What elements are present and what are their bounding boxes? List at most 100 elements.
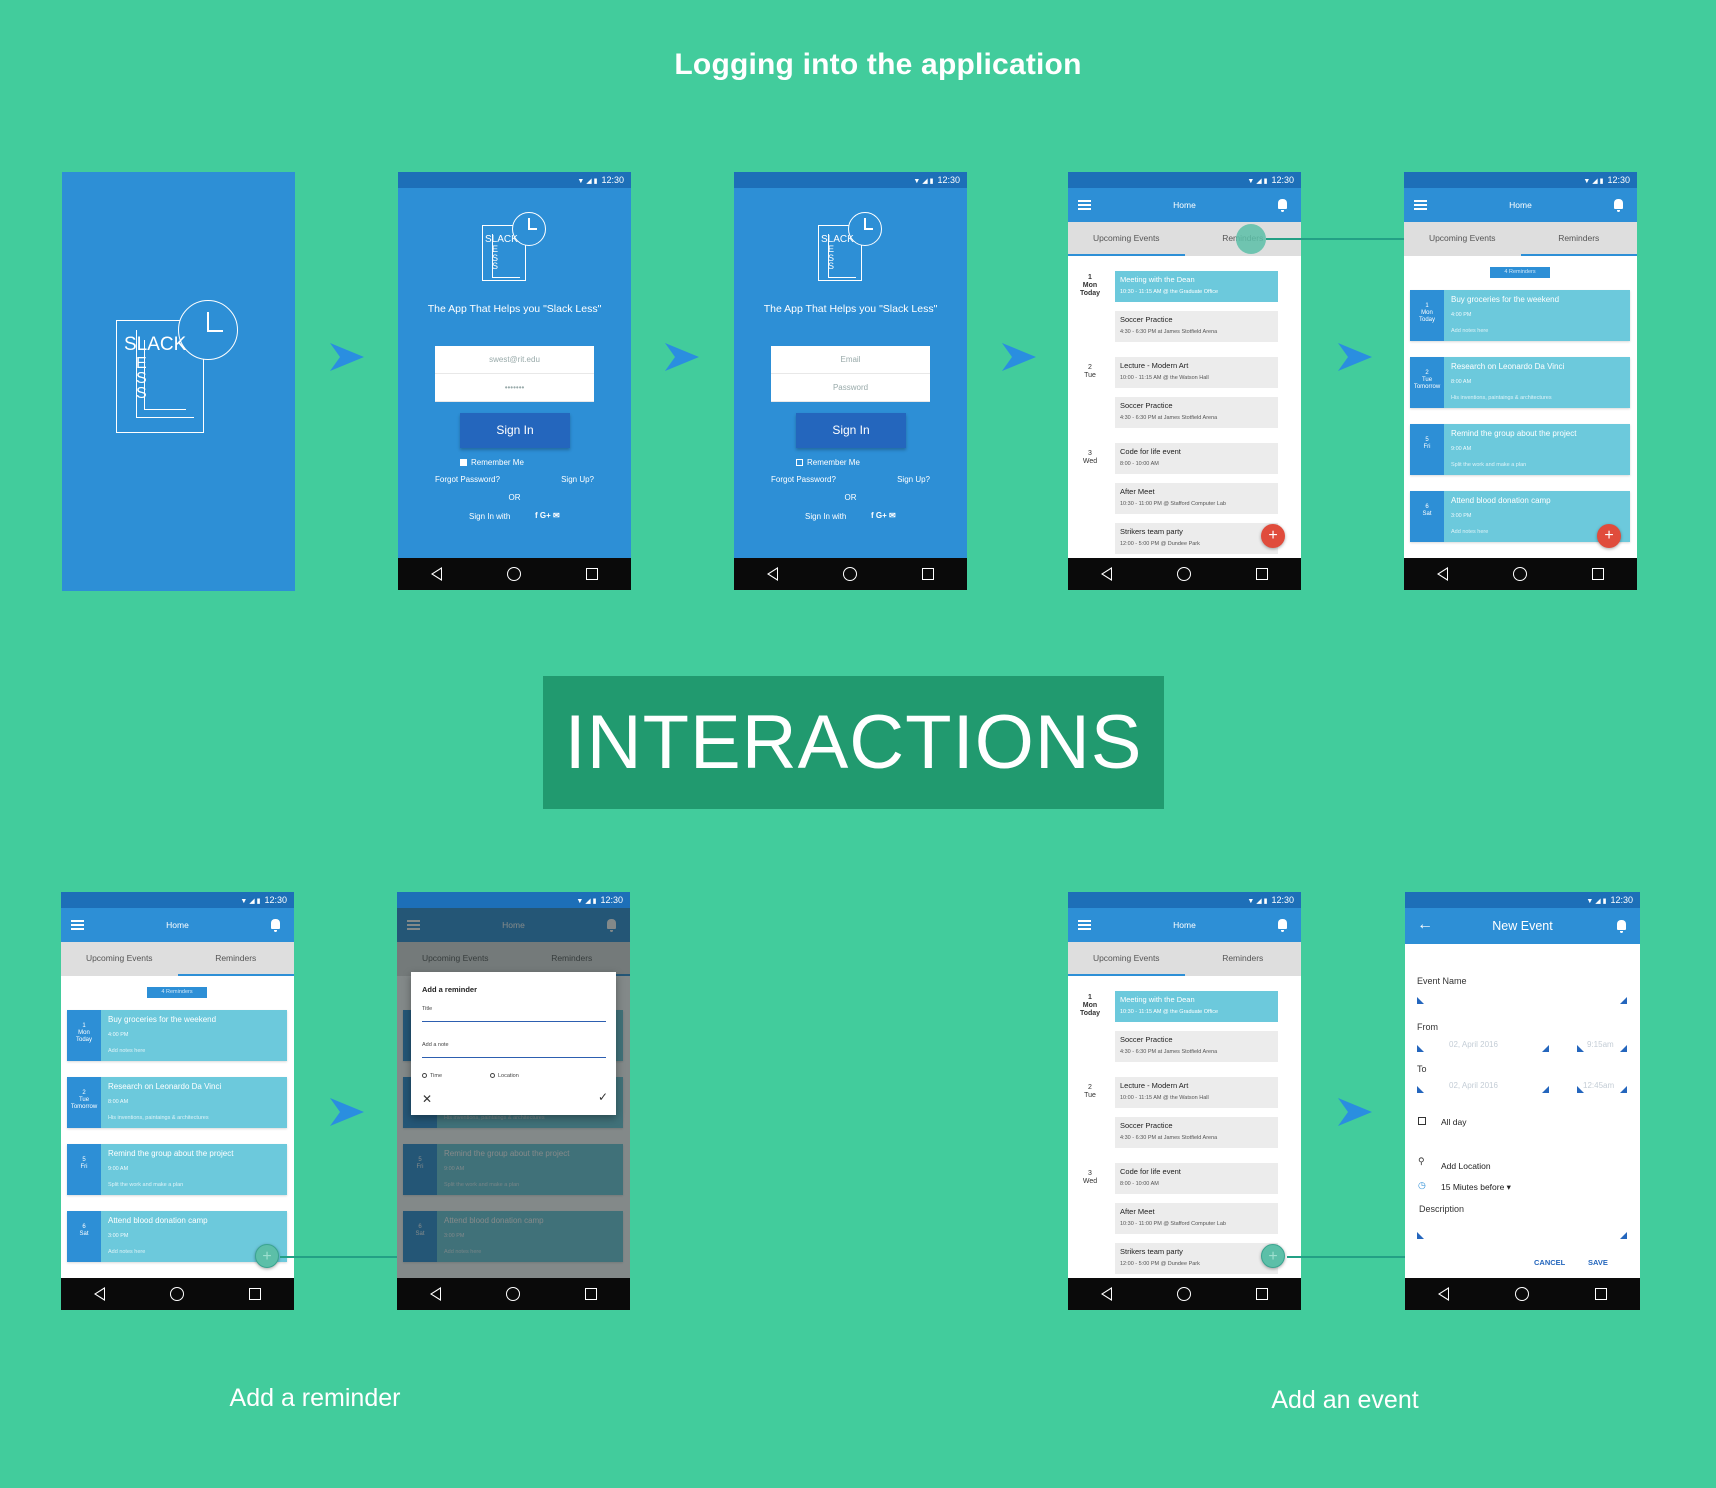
tab-reminders[interactable]: Reminders [1520,222,1637,256]
home-icon[interactable] [1515,1287,1529,1301]
from-time-input[interactable]: 9:15am [1577,1040,1627,1052]
event-card[interactable]: After Meet 10:30 - 11:00 PM @ Stafford Co… [1115,1203,1278,1234]
reminder-card[interactable]: 2 Tue Tomorrow Research on Leonardo Da Vinc… [1410,357,1630,408]
reminder-card[interactable]: 5 Fri Remind the group about the project 9:… [67,1144,287,1195]
description-input[interactable] [1417,1229,1627,1239]
home-icon[interactable] [505,1287,520,1301]
event-card[interactable]: Strikers team party 12:00 - 5:00 PM @ Dun… [1115,523,1278,554]
password-field[interactable]: ••••••• [435,374,594,402]
sign-up-link[interactable]: Sign Up? [561,475,594,484]
reminder-dropdown[interactable]: 15 Miutes before ▾ [1441,1182,1511,1193]
tab-bar: Upcoming Events Reminders [1068,942,1301,976]
tab-upcoming-events[interactable]: Upcoming Events [61,942,178,976]
back-icon[interactable] [766,567,778,581]
event-name-input[interactable] [1417,994,1627,1004]
add-fab-button[interactable]: + [255,1244,279,1268]
save-button[interactable]: SAVE [1588,1258,1608,1267]
email-field[interactable]: swest@rit.edu [435,346,594,374]
note-input[interactable] [422,1057,606,1058]
recents-icon[interactable] [249,1288,262,1300]
home-icon[interactable] [506,567,521,581]
to-time-input[interactable]: 12:45am [1577,1081,1627,1093]
reminders-list: 4 Reminders 1 Mon Today Buy groceries for t… [1404,256,1637,556]
sign-in-button[interactable]: Sign In [796,413,906,448]
back-icon[interactable] [429,1287,441,1301]
add-fab-button[interactable]: + [1597,524,1621,548]
close-icon[interactable]: ✕ [422,1092,432,1106]
title-input[interactable] [422,1021,606,1022]
social-login-icons[interactable]: f G+ ✉ [535,511,560,520]
tagline: The App That Helps you "Slack Less" [427,303,602,315]
back-icon[interactable] [1436,567,1448,581]
all-day-checkbox[interactable] [1418,1117,1426,1125]
back-icon[interactable] [1438,1287,1449,1301]
event-card[interactable]: Strikers team party 12:00 - 5:00 PM @ Dun… [1115,1243,1278,1274]
add-fab-button[interactable]: + [1261,1244,1285,1268]
event-card[interactable]: Lecture - Modern Art 10:00 - 11:15 AM @ t… [1115,1077,1278,1108]
tab-upcoming-events[interactable]: Upcoming Events [1404,222,1521,256]
sign-up-link[interactable]: Sign Up? [897,475,930,484]
event-card[interactable]: Soccer Practice 4:30 - 6:30 PM at James S… [1115,1117,1278,1148]
check-icon[interactable]: ✓ [598,1090,608,1104]
status-bar: ▼ ◢ ▮ 12:30 [1068,892,1301,908]
add-location-field[interactable]: Add Location [1441,1161,1491,1171]
back-icon[interactable] [430,567,442,581]
event-card[interactable]: Code for life event 8:00 - 10:00 AM [1115,1163,1278,1194]
social-login-icons[interactable]: f G+ ✉ [871,511,896,520]
tab-reminders[interactable]: Reminders [177,942,294,976]
sign-in-button[interactable]: Sign In [460,413,570,448]
event-card[interactable]: Meeting with the Dean 10:30 - 11:15 AM @ … [1115,991,1278,1022]
forgot-password-link[interactable]: Forgot Password? [771,475,836,484]
event-card[interactable]: Meeting with the Dean 10:30 - 11:15 AM @ … [1115,271,1278,302]
event-card[interactable]: After Meet 10:30 - 11:00 PM @ Stafford Co… [1115,483,1278,514]
from-date-input[interactable]: 02, April 2016 [1417,1040,1549,1052]
time-radio[interactable]: Time [422,1073,442,1079]
event-card[interactable]: Soccer Practice 4:30 - 6:30 PM at James S… [1115,311,1278,342]
reminder-card[interactable]: 5 Fri Remind the group about the project 9:… [1410,424,1630,475]
home-icon[interactable] [169,1287,184,1301]
reminder-card[interactable]: 1 Mon Today Buy groceries for the weekend 4:… [67,1010,287,1061]
home-icon[interactable] [1176,1287,1191,1301]
home-icon[interactable] [1512,567,1527,581]
bell-icon[interactable] [271,919,280,932]
day-label: 1 Mon Today [1079,994,1101,1018]
bell-icon[interactable] [1278,199,1287,212]
add-reminder-dialog: Add a reminder Title Add a note Time Loc… [411,972,616,1115]
recents-icon[interactable] [922,568,935,580]
recents-icon[interactable] [1595,1288,1607,1300]
event-card[interactable]: Code for life event 8:00 - 10:00 AM [1115,443,1278,474]
event-card[interactable]: Soccer Practice 4:30 - 6:30 PM at James S… [1115,397,1278,428]
tab-upcoming-events[interactable]: Upcoming Events [1068,222,1185,256]
recents-icon[interactable] [585,1288,598,1300]
bell-icon[interactable] [1617,920,1626,933]
back-icon[interactable] [1100,1287,1112,1301]
recents-icon[interactable] [1256,1288,1269,1300]
bell-icon[interactable] [1278,919,1287,932]
home-icon[interactable] [842,567,857,581]
to-date-input[interactable]: 02, April 2016 [1417,1081,1549,1093]
back-icon[interactable] [1100,567,1112,581]
remember-me-checkbox[interactable]: Remember Me [460,458,524,467]
recents-icon[interactable] [586,568,599,580]
tab-reminders[interactable]: Reminders [1185,942,1302,976]
add-fab-button[interactable]: + [1261,524,1285,548]
location-radio[interactable]: Location [490,1073,519,1079]
recents-icon[interactable] [1592,568,1605,580]
recents-icon[interactable] [1256,568,1269,580]
home-icon[interactable] [1176,567,1191,581]
flow-arrow [1338,1098,1372,1126]
cancel-button[interactable]: CANCEL [1534,1258,1565,1267]
event-card[interactable]: Soccer Practice 4:30 - 6:30 PM at James S… [1115,1031,1278,1062]
reminder-card[interactable]: 1 Mon Today Buy groceries for the weekend 4:… [1410,290,1630,341]
email-field[interactable]: Email [771,346,930,374]
app-bar-title: Home [1173,920,1196,930]
password-field[interactable]: Password [771,374,930,402]
reminder-card[interactable]: 6 Sat Attend blood donation camp 3:00 PM Add… [67,1211,287,1262]
remember-me-checkbox[interactable]: Remember Me [796,458,860,467]
back-icon[interactable] [93,1287,105,1301]
reminder-card[interactable]: 2 Tue Tomorrow Research on Leonardo Da Vinc… [67,1077,287,1128]
event-card[interactable]: Lecture - Modern Art 10:00 - 11:15 AM @ t… [1115,357,1278,388]
forgot-password-link[interactable]: Forgot Password? [435,475,500,484]
bell-icon[interactable] [1614,199,1623,212]
tab-upcoming-events[interactable]: Upcoming Events [1068,942,1185,976]
